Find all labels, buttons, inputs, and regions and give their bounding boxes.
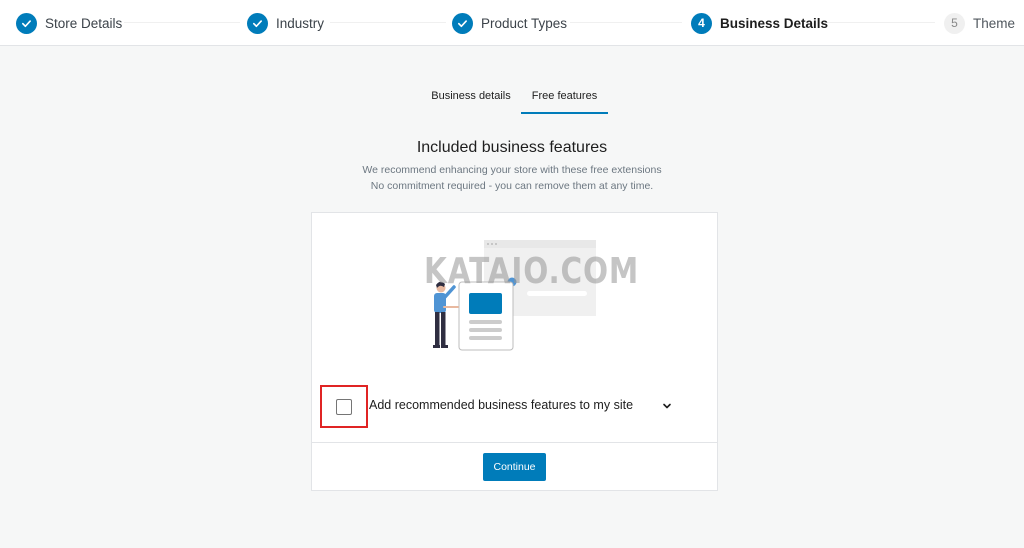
page-title: Included business features [416,139,608,156]
subtitle-line-2: No commitment required - you can remove … [370,180,654,192]
card-divider [312,442,717,443]
check-icon [16,12,37,34]
features-card: KATAIO.COM Add recommended business feat… [311,212,718,491]
chevron-down-icon[interactable] [660,399,674,413]
step-number: 4 [691,12,712,34]
step-connector [820,22,935,23]
continue-button[interactable]: Continue [483,453,546,481]
check-icon [452,12,473,34]
step-label: Product Types [481,15,568,31]
section-tabs: Business details Free features [0,80,1024,114]
step-connector [570,22,682,23]
step-business-details[interactable]: 4 Business Details [691,12,828,34]
step-label: Business Details [720,15,829,31]
tab-business-details[interactable]: Business details [426,80,516,114]
step-connector [330,22,446,23]
step-industry[interactable]: Industry [247,12,324,34]
setup-stepper: Store Details Industry Product Types 4 B… [0,0,1024,46]
step-label: Industry [276,15,325,31]
step-connector [124,22,240,23]
tab-free-features[interactable]: Free features [521,80,608,114]
step-label: Theme [973,15,1016,31]
step-label: Store Details [45,15,123,31]
step-store-details[interactable]: Store Details [16,12,122,34]
watermark-text: KATAIO.COM [424,251,640,292]
step-product-types[interactable]: Product Types [452,12,567,34]
add-features-checkbox[interactable] [336,399,352,415]
step-theme[interactable]: 5 Theme [944,12,1015,34]
subtitle-line-1: We recommend enhancing your store with t… [362,164,662,176]
recommended-features-row: Add recommended business features to my … [320,385,710,429]
add-features-label[interactable]: Add recommended business features to my … [369,398,633,412]
step-number: 5 [944,12,965,34]
check-icon [247,12,268,34]
